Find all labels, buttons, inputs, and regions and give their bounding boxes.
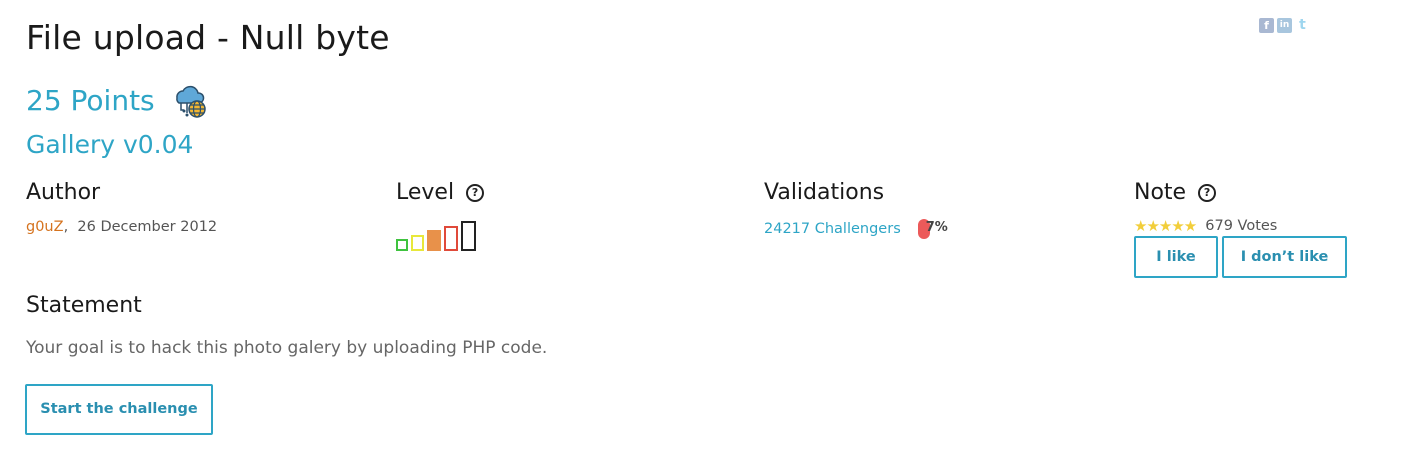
level-2-bar[interactable] [411,235,424,251]
facebook-icon[interactable]: f [1259,18,1274,33]
rating-line: ★★★★★ 679 Votes [1134,217,1347,235]
validations-section: Validations 24217 Challengers 7% [764,180,948,239]
level-5-bar[interactable] [461,221,476,251]
dislike-button[interactable]: I don’t like [1222,236,1347,278]
like-button[interactable]: I like [1134,236,1218,278]
note-heading: Note ? [1134,180,1347,205]
social-share: f in t [1259,18,1310,33]
note-help-icon[interactable]: ? [1198,183,1217,202]
note-section: Note ? ★★★★★ 679 Votes I like I don’t li… [1134,180,1347,278]
level-help-icon[interactable]: ? [466,183,485,202]
author-line: g0uZ, 26 December 2012 [26,219,217,235]
author-date: 26 December 2012 [77,219,218,235]
points-row: 25 Points [26,80,209,120]
statement-heading: Statement [26,293,142,318]
author-name-link[interactable]: g0uZ [26,219,64,235]
level-3-bar[interactable] [427,230,441,251]
level-section: Level ? [396,180,485,251]
level-heading-label: Level [396,180,455,205]
author-section: Author g0uZ, 26 December 2012 [26,180,217,235]
statement-text: Your goal is to hack this photo galery b… [26,338,548,358]
percent-text: 7% [925,220,948,235]
validations-heading: Validations [764,180,885,205]
start-challenge-button[interactable]: Start the challenge [25,384,213,435]
author-separator: , [63,219,69,235]
rating-stars-icon: ★★★★★ [1134,217,1197,235]
votes-count: 679 Votes [1205,218,1278,234]
points-value: 25 Points [26,83,155,117]
validations-line: 24217 Challengers 7% [764,219,948,239]
challengers-link[interactable]: 24217 Challengers [764,221,901,237]
difficulty-level[interactable] [396,221,484,251]
note-heading-label: Note [1134,180,1187,205]
level-heading: Level ? [396,180,485,205]
level-1-bar[interactable] [396,239,408,251]
challenge-subtitle-link[interactable]: Gallery v0.04 [26,130,193,159]
web-server-category-icon[interactable] [169,80,209,120]
vote-buttons: I like I don’t like [1134,236,1347,278]
author-heading: Author [26,180,101,205]
validation-percent: 7% [917,219,948,239]
level-4-bar[interactable] [444,226,458,251]
twitter-icon[interactable]: t [1295,18,1310,33]
linkedin-icon[interactable]: in [1277,18,1292,33]
page-title: File upload - Null byte [26,18,390,57]
